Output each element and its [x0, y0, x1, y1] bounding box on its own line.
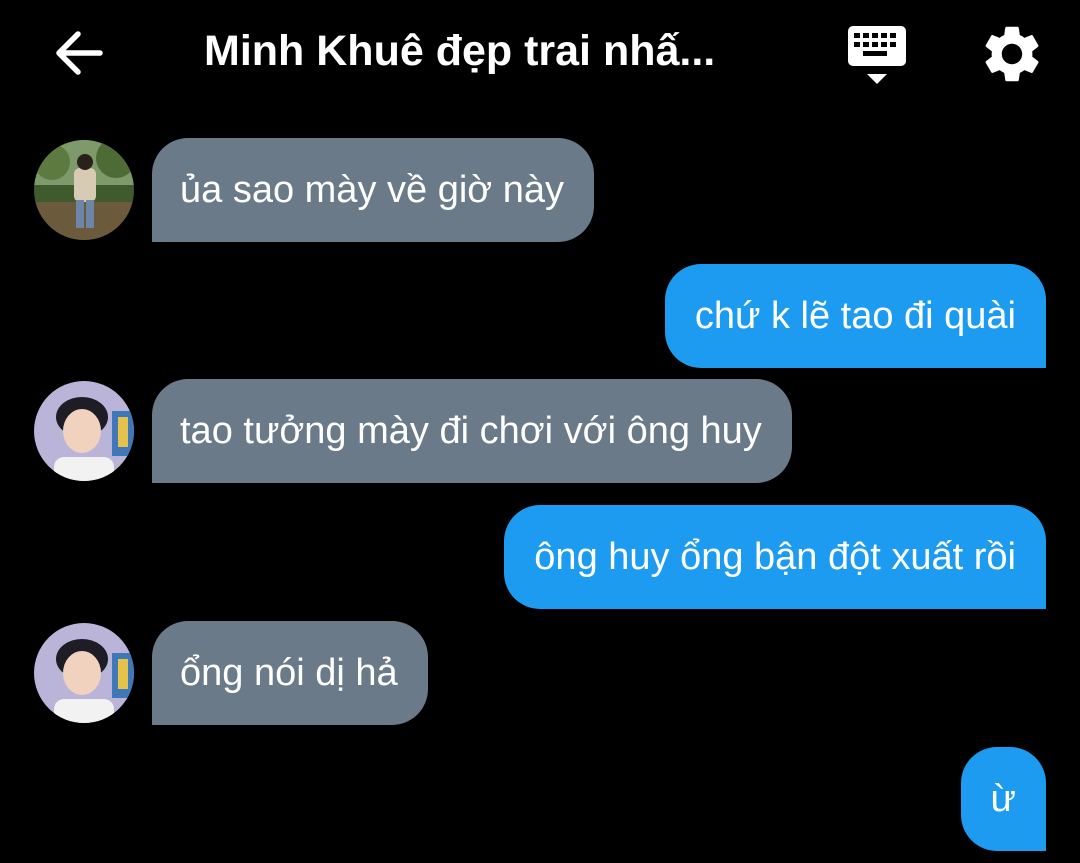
back-button[interactable] — [48, 22, 110, 84]
message-row-incoming: ủa sao mày về giờ này — [0, 138, 1080, 242]
message-row-outgoing: chứ k lẽ tao đi quài — [0, 264, 1080, 368]
conversation-title[interactable]: Minh Khuê đẹp trai nhấ... — [204, 24, 784, 78]
chat-header: Minh Khuê đẹp trai nhấ... — [0, 0, 1080, 110]
avatar[interactable] — [34, 140, 134, 240]
message-row-outgoing: ông huy ổng bận đột xuất rồi — [0, 505, 1080, 609]
gear-icon — [985, 26, 1039, 82]
keyboard-icon — [848, 26, 906, 84]
settings-button[interactable] — [978, 20, 1046, 88]
keyboard-button[interactable] — [842, 20, 914, 88]
message-row-incoming: tao tưởng mày đi chơi với ông huy — [0, 379, 1080, 483]
message-bubble-outgoing[interactable]: chứ k lẽ tao đi quài — [664, 264, 1046, 368]
message-bubble-incoming[interactable]: ủa sao mày về giờ này — [152, 138, 595, 242]
avatar-photo-outdoor — [34, 140, 134, 240]
message-bubble-outgoing[interactable]: ừ — [960, 747, 1046, 851]
avatar-photo-selfie — [34, 623, 134, 723]
avatar[interactable] — [34, 623, 134, 723]
message-row-outgoing: ừ — [0, 747, 1080, 851]
message-row-incoming: ổng nói dị hả — [0, 621, 1080, 725]
message-bubble-incoming[interactable]: ổng nói dị hả — [152, 621, 428, 725]
message-bubble-incoming[interactable]: tao tưởng mày đi chơi với ông huy — [152, 379, 792, 483]
message-bubble-outgoing[interactable]: ông huy ổng bận đột xuất rồi — [504, 505, 1046, 609]
avatar[interactable] — [34, 381, 134, 481]
arrow-left-icon — [56, 31, 103, 75]
avatar-photo-selfie — [34, 381, 134, 481]
